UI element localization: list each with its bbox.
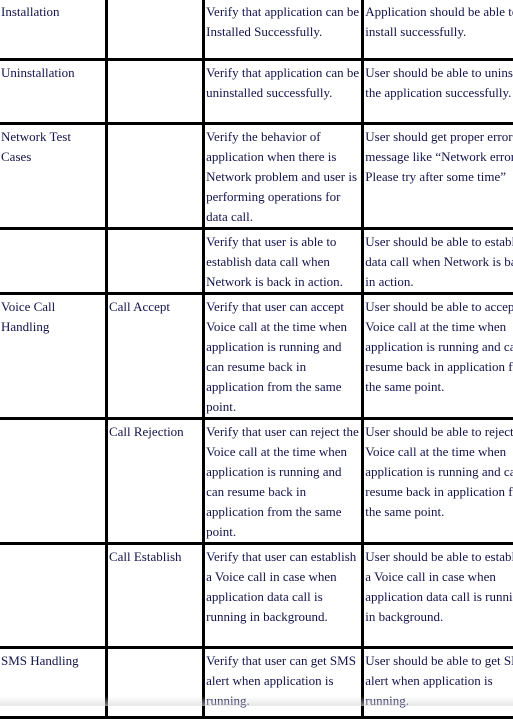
table-row: Call Establish Verify that user can esta… <box>0 541 513 649</box>
expected-result-cell: User should be able to accept Voice call… <box>361 291 513 420</box>
submodule-cell <box>104 57 206 125</box>
submodule-cell <box>104 0 206 61</box>
table-row: Call Rejection Verify that user can reje… <box>0 416 513 545</box>
module-cell: Uninstallation <box>0 57 108 125</box>
module-cell: Network Test Cases <box>0 121 108 230</box>
module-cell <box>0 226 108 295</box>
expected-result-cell: User should be able to establish data ca… <box>361 226 513 295</box>
test-case-cell: Verify that user can get SMS alert when … <box>202 645 365 719</box>
table-row: Verify that user is able to establish da… <box>0 226 513 295</box>
module-cell: SMS Handling <box>0 645 108 719</box>
expected-result-cell: Application should be able to install su… <box>361 0 513 61</box>
expected-result-cell: User should be able to uninstall the app… <box>361 57 513 125</box>
expected-result-cell: User should get proper error message lik… <box>361 121 513 230</box>
test-case-cell: Verify that application can be uninstall… <box>202 57 365 125</box>
submodule-cell: Call Establish <box>104 541 206 649</box>
submodule-cell <box>104 645 206 719</box>
table-row: Voice Call Handling Call Accept Verify t… <box>0 291 513 420</box>
module-cell: Voice Call Handling <box>0 291 108 420</box>
test-case-cell: Verify that user can reject the Voice ca… <box>202 416 365 545</box>
test-case-cell: Verify that user can establish a Voice c… <box>202 541 365 649</box>
module-cell: Installation <box>0 0 108 61</box>
table-row: Network Test Cases Verify the behavior o… <box>0 121 513 230</box>
submodule-cell <box>104 121 206 230</box>
submodule-cell <box>104 226 206 295</box>
test-case-cell: Verify that user can accept Voice call a… <box>202 291 365 420</box>
module-cell <box>0 541 108 649</box>
module-cell <box>0 416 108 545</box>
test-case-cell: Verify that user is able to establish da… <box>202 226 365 295</box>
test-case-cell: Verify that application can be Installed… <box>202 0 365 61</box>
expected-result-cell: User should be able to reject the Voice … <box>361 416 513 545</box>
table-row: Installation Verify that application can… <box>0 0 513 61</box>
test-case-table: Installation Verify that application can… <box>0 0 513 719</box>
expected-result-cell: User should be able to get SMS alert whe… <box>361 645 513 719</box>
table-row: SMS Handling Verify that user can get SM… <box>0 645 513 719</box>
expected-result-cell: User should be able to establish a Voice… <box>361 541 513 649</box>
table-row: Uninstallation Verify that application c… <box>0 57 513 125</box>
submodule-cell: Call Rejection <box>104 416 206 545</box>
test-case-cell: Verify the behavior of application when … <box>202 121 365 230</box>
submodule-cell: Call Accept <box>104 291 206 420</box>
